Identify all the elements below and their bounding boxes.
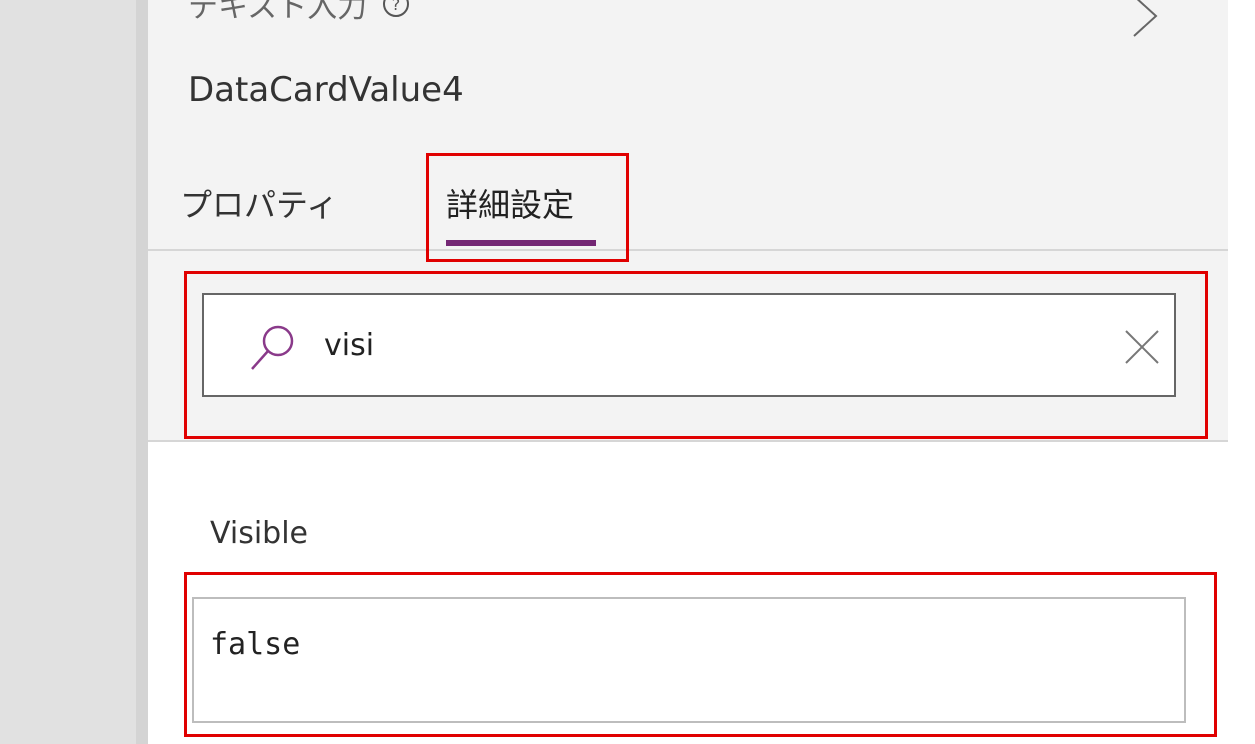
scrollbar-track[interactable] xyxy=(1228,0,1255,744)
search-icon xyxy=(251,325,294,370)
control-type-label: テキスト入力 xyxy=(188,0,368,25)
formula-input[interactable]: false xyxy=(192,597,1186,723)
info-icon[interactable]: ? xyxy=(381,0,411,19)
canvas-area xyxy=(0,0,136,744)
divider xyxy=(148,249,1228,251)
chevron-right-icon[interactable] xyxy=(1130,0,1160,40)
control-name: DataCardValue4 xyxy=(188,70,464,110)
search-input[interactable] xyxy=(324,317,1104,373)
control-type-header: テキスト入力 ? xyxy=(188,0,411,26)
panel-splitter[interactable] xyxy=(136,0,148,744)
property-search-box[interactable] xyxy=(202,293,1176,397)
close-icon[interactable] xyxy=(1122,327,1162,367)
property-label-visible: Visible xyxy=(210,516,308,551)
svg-text:?: ? xyxy=(392,0,401,14)
tab-advanced[interactable]: 詳細設定 xyxy=(446,180,574,226)
formula-value[interactable]: false xyxy=(210,627,300,662)
tab-properties[interactable]: プロパティ xyxy=(180,180,338,226)
properties-panel: テキスト入力 ? DataCardValue4 プロパティ 詳細設定 Visib… xyxy=(148,0,1228,744)
active-tab-indicator xyxy=(446,240,596,246)
